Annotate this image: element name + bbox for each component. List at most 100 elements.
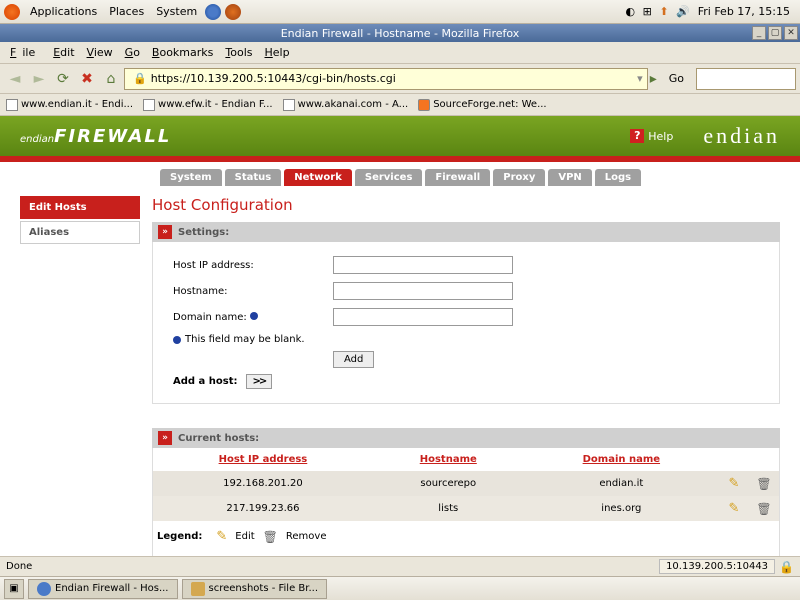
ubuntu-icon[interactable] xyxy=(4,4,20,20)
col-ip[interactable]: Host IP address xyxy=(153,448,373,471)
window-title: Endian Firewall - Hostname - Mozilla Fir… xyxy=(281,27,520,40)
settings-body: Host IP address: Hostname: Domain name: … xyxy=(152,242,780,404)
tab-status[interactable]: Status xyxy=(225,169,282,186)
endian-brand: endian xyxy=(703,123,780,149)
taskbar-item[interactable]: screenshots - File Br... xyxy=(182,579,328,599)
volume-icon[interactable]: 🔊 xyxy=(676,5,690,18)
settings-header: » Settings: xyxy=(152,222,780,242)
menu-view[interactable]: View xyxy=(81,44,119,61)
firefox-icon xyxy=(37,582,51,596)
update-icon[interactable]: ⬆ xyxy=(659,5,668,18)
main-tabs: System Status Network Services Firewall … xyxy=(0,162,800,186)
stop-button[interactable]: ✖ xyxy=(76,68,98,90)
host-ip-input[interactable] xyxy=(333,256,513,274)
maximize-button[interactable]: ▢ xyxy=(768,26,782,40)
menu-bookmarks[interactable]: Bookmarks xyxy=(146,44,219,61)
menu-go[interactable]: Go xyxy=(119,44,146,61)
dropdown-icon[interactable]: ▾ xyxy=(637,72,643,85)
legend: Legend: ✎ Edit 🗑 Remove xyxy=(153,521,779,552)
bookmark-link[interactable]: www.akanai.com - A... xyxy=(283,99,409,111)
page-title: Host Configuration xyxy=(152,196,780,214)
sidebar: Edit Hosts Aliases xyxy=(20,196,140,556)
trash-icon: 🗑 xyxy=(263,530,278,544)
status-text: Done xyxy=(6,561,32,572)
tab-proxy[interactable]: Proxy xyxy=(493,169,545,186)
status-host: 10.139.200.5:10443 xyxy=(659,559,775,574)
clock[interactable]: Fri Feb 17, 15:15 xyxy=(692,3,796,20)
tab-vpn[interactable]: VPN xyxy=(548,169,591,186)
menu-tools[interactable]: Tools xyxy=(219,44,258,61)
lock-icon: 🔒 xyxy=(133,72,147,85)
col-hostname[interactable]: Hostname xyxy=(373,448,524,471)
browser-launcher-icon[interactable] xyxy=(205,4,221,20)
delete-icon[interactable]: 🗑 xyxy=(756,502,771,516)
forward-button[interactable]: ► xyxy=(28,68,50,90)
reload-button[interactable]: ⟳ xyxy=(52,68,74,90)
add-host-arrow-button[interactable]: >> xyxy=(246,374,273,389)
delete-icon[interactable]: 🗑 xyxy=(756,477,771,491)
tab-system[interactable]: System xyxy=(160,169,222,186)
firefox-statusbar: Done 10.139.200.5:10443 🔒 xyxy=(0,556,800,576)
menu-applications[interactable]: Applications xyxy=(24,3,103,20)
edit-icon[interactable]: ✎ xyxy=(729,476,740,491)
pencil-icon: ✎ xyxy=(216,529,227,544)
tab-firewall[interactable]: Firewall xyxy=(425,169,490,186)
tab-network[interactable]: Network xyxy=(284,169,352,186)
tab-services[interactable]: Services xyxy=(355,169,423,186)
sidebar-item-aliases[interactable]: Aliases xyxy=(20,221,140,244)
add-host-label: Add a host: xyxy=(173,376,238,387)
collapse-icon[interactable]: » xyxy=(158,225,172,239)
domain-input[interactable] xyxy=(333,308,513,326)
url-input[interactable] xyxy=(151,72,637,85)
menu-help[interactable]: Help xyxy=(259,44,296,61)
window-titlebar: Endian Firewall - Hostname - Mozilla Fir… xyxy=(0,24,800,42)
folder-icon xyxy=(191,582,205,596)
page-viewport: endianFIREWALL ? Help endian System Stat… xyxy=(0,116,800,556)
show-desktop-button[interactable]: ▣ xyxy=(4,579,24,599)
col-domain[interactable]: Domain name xyxy=(524,448,719,471)
bookmark-link[interactable]: SourceForge.net: We... xyxy=(418,99,546,111)
close-button[interactable]: ✕ xyxy=(784,26,798,40)
home-button[interactable]: ⌂ xyxy=(100,68,122,90)
bookmarks-toolbar: www.endian.it - Endi... www.efw.it - End… xyxy=(0,94,800,116)
firefox-window: Endian Firewall - Hostname - Mozilla Fir… xyxy=(0,24,800,576)
sidebar-item-edit-hosts[interactable]: Edit Hosts xyxy=(20,196,140,219)
ssl-lock-icon[interactable]: 🔒 xyxy=(779,560,794,574)
search-box[interactable] xyxy=(696,68,796,90)
taskbar-item[interactable]: Endian Firewall - Hos... xyxy=(28,579,178,599)
bookmark-link[interactable]: www.efw.it - Endian F... xyxy=(143,99,273,111)
help-link[interactable]: ? Help xyxy=(630,129,673,143)
go-button[interactable]: Go xyxy=(663,70,690,87)
go-icon[interactable]: ▸ xyxy=(650,71,657,87)
menu-system[interactable]: System xyxy=(150,3,203,20)
back-button[interactable]: ◄ xyxy=(4,68,26,90)
tab-logs[interactable]: Logs xyxy=(595,169,641,186)
firefox-toolbar: ◄ ► ⟳ ✖ ⌂ 🔒 ▾ ▸ Go xyxy=(0,64,800,94)
bullet-icon xyxy=(173,336,181,344)
minimize-button[interactable]: _ xyxy=(752,26,766,40)
firefox-menubar: File Edit View Go Bookmarks Tools Help xyxy=(0,42,800,64)
tray-icon[interactable]: ⊞ xyxy=(643,5,652,18)
url-bar[interactable]: 🔒 ▾ xyxy=(124,68,648,90)
hosts-table: Host IP address Hostname Domain name 192… xyxy=(153,448,779,521)
current-hosts-body: Host IP address Hostname Domain name 192… xyxy=(152,448,780,556)
tray-icon[interactable]: ◐ xyxy=(625,5,635,18)
edit-icon[interactable]: ✎ xyxy=(729,501,740,516)
hostname-label: Hostname: xyxy=(173,286,333,297)
current-hosts-header: » Current hosts: xyxy=(152,428,780,448)
table-row: 217.199.23.66 lists ines.org ✎ 🗑 xyxy=(153,496,779,521)
gnome-top-panel: Applications Places System ◐ ⊞ ⬆ 🔊 Fri F… xyxy=(0,0,800,24)
system-tray: ◐ ⊞ ⬆ 🔊 xyxy=(623,5,691,18)
bookmark-link[interactable]: www.endian.it - Endi... xyxy=(6,99,133,111)
main-content: Host Configuration » Settings: Host IP a… xyxy=(152,196,780,556)
app-launcher-icon[interactable] xyxy=(225,4,241,20)
menu-edit[interactable]: Edit xyxy=(47,44,80,61)
menu-places[interactable]: Places xyxy=(103,3,150,20)
endian-header: endianFIREWALL ? Help endian xyxy=(0,116,800,156)
add-button[interactable]: Add xyxy=(333,351,374,368)
hostname-input[interactable] xyxy=(333,282,513,300)
menu-file[interactable]: File xyxy=(4,44,47,61)
gnome-bottom-panel: ▣ Endian Firewall - Hos... screenshots -… xyxy=(0,576,800,600)
collapse-icon[interactable]: » xyxy=(158,431,172,445)
help-icon: ? xyxy=(630,129,644,143)
